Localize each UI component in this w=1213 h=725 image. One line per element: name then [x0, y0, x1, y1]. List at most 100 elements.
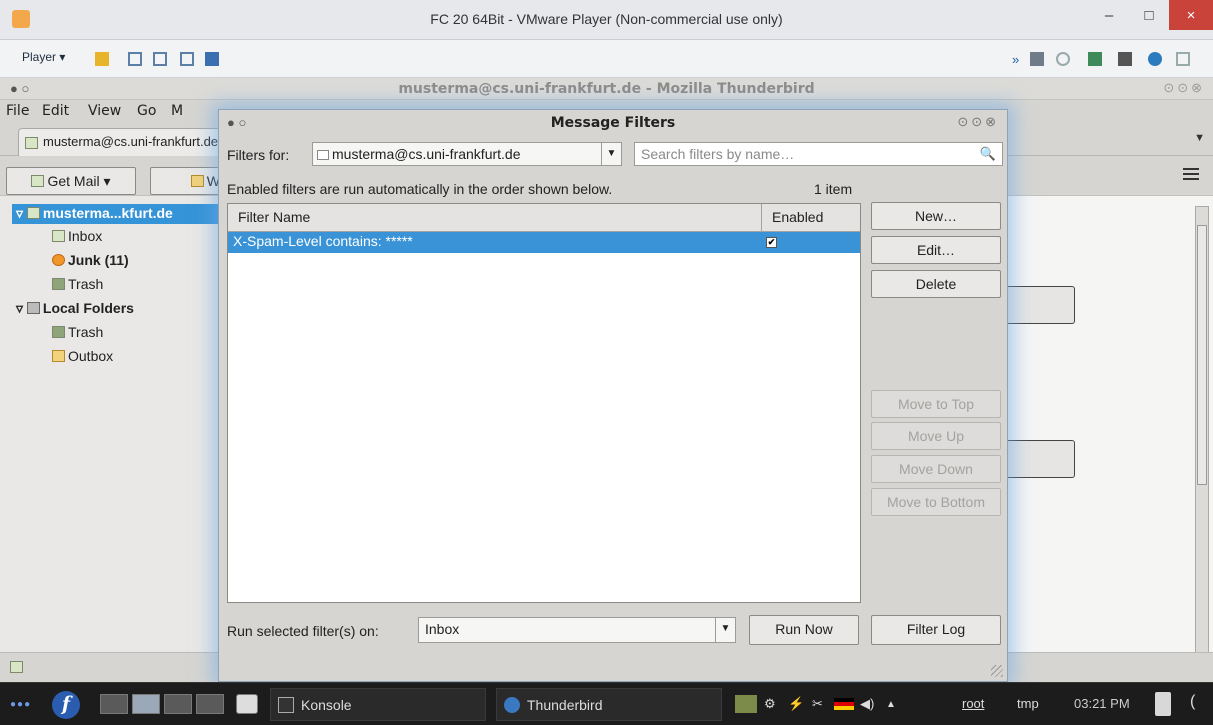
scrollbar-thumb[interactable] [1197, 225, 1207, 485]
filter-enabled-checkbox[interactable]: ✔ [766, 237, 777, 248]
filter-log-button[interactable]: Filter Log [871, 615, 1001, 645]
task-thunderbird[interactable]: Thunderbird [496, 688, 722, 721]
vertical-scrollbar[interactable] [1195, 206, 1209, 656]
run-on-select[interactable]: Inbox ▼ [418, 617, 736, 643]
app-menu-icon[interactable] [1183, 168, 1199, 183]
dialog-title: Message Filters [550, 115, 676, 131]
get-mail-button[interactable]: Get Mail ▾ [6, 167, 136, 195]
inbox-icon [52, 230, 65, 242]
local-folders-icon [26, 302, 40, 314]
new-filter-button[interactable]: New… [871, 202, 1001, 230]
folder-account[interactable]: ▿ musterma...kfurt.de [12, 204, 222, 224]
desktop-pager-4[interactable] [196, 694, 224, 714]
menu-go[interactable]: Go [137, 103, 156, 119]
chevron-down-icon: ▼ [601, 143, 621, 165]
tab-list-dropdown-icon[interactable]: ▼ [1194, 132, 1205, 144]
more-devices-icon[interactable]: » [1012, 52, 1026, 67]
write-icon [190, 175, 204, 187]
fullscreen-icon[interactable] [180, 52, 194, 66]
hdd-icon[interactable] [1030, 52, 1044, 66]
search-filters-field[interactable] [641, 146, 961, 162]
desktop-pager-2[interactable] [132, 694, 160, 714]
activities-icon[interactable]: ●●● [10, 699, 31, 710]
volume-icon[interactable]: ◀) [860, 696, 874, 712]
account-folder-icon [26, 207, 40, 219]
desktop-pager-1[interactable] [100, 694, 128, 714]
move-down-button[interactable]: Move Down [871, 455, 1001, 483]
folder-local-trash[interactable]: Trash [52, 324, 103, 340]
keyboard-layout-icon[interactable] [834, 698, 854, 710]
panel-toolbox-icon[interactable]: ( [1190, 693, 1195, 711]
minimize-button[interactable]: – [1089, 0, 1129, 30]
move-to-bottom-button[interactable]: Move to Bottom [871, 488, 1001, 516]
fedora-menu-icon[interactable]: f [52, 691, 80, 719]
mail-account-icon [317, 150, 329, 160]
konsole-icon [278, 697, 294, 713]
filter-list[interactable]: Filter Name Enabled X-Spam-Level contain… [227, 203, 861, 603]
system-monitor-icon[interactable] [735, 695, 757, 713]
clock[interactable]: 03:21 PM [1074, 696, 1130, 711]
network-icon[interactable] [153, 52, 167, 66]
clipboard-icon[interactable]: ✂ [812, 696, 823, 712]
dialog-window-controls[interactable]: ⊙⊙⊗ [957, 114, 999, 130]
menu-view[interactable]: View [88, 103, 121, 119]
send-keys-icon[interactable] [128, 52, 142, 66]
cd-icon[interactable] [1056, 52, 1070, 66]
move-to-top-button[interactable]: Move to Top [871, 390, 1001, 418]
settings-icon[interactable]: ⚙ [764, 696, 776, 712]
desktop-pager-3[interactable] [164, 694, 192, 714]
network-tray-icon[interactable]: ⚡ [788, 696, 804, 712]
maximize-button[interactable]: □ [1129, 0, 1169, 30]
column-filter-name[interactable]: Filter Name [228, 204, 762, 232]
thunderbird-icon [504, 697, 520, 713]
delete-filter-button[interactable]: Delete [871, 270, 1001, 298]
item-count: 1 item [814, 181, 853, 197]
sound-icon[interactable] [1148, 52, 1162, 66]
folder-junk[interactable]: Junk (11) [52, 252, 129, 268]
account-icon [25, 137, 38, 149]
get-mail-icon [31, 175, 45, 187]
player-menu-button[interactable]: Player ▾ [22, 50, 65, 64]
folder-trash[interactable]: Trash [52, 276, 103, 292]
task-konsole[interactable]: Konsole [270, 688, 486, 721]
unity-icon[interactable] [205, 52, 219, 66]
folder-local-folders[interactable]: ▿ Local Folders [16, 300, 134, 317]
move-up-button[interactable]: Move Up [871, 422, 1001, 450]
show-desktop-icon[interactable] [236, 694, 258, 714]
menu-edit[interactable]: Edit [42, 103, 69, 119]
run-now-button[interactable]: Run Now [749, 615, 859, 645]
resize-grip-icon[interactable] [991, 665, 1003, 677]
filter-row[interactable]: X-Spam-Level contains: ***** ✔ [228, 232, 860, 253]
vmware-toolbar: Player ▾ » [0, 40, 1213, 78]
network-adapter-icon[interactable] [1088, 52, 1102, 66]
printer-icon[interactable] [1118, 52, 1132, 66]
filters-for-label: Filters for: [227, 147, 290, 163]
folder-inbox[interactable]: Inbox [52, 228, 102, 244]
trash-icon [52, 326, 65, 338]
display-icon[interactable] [1176, 52, 1190, 66]
vmware-window-title: FC 20 64Bit - VMware Player (Non-commerc… [430, 11, 783, 27]
online-status-icon[interactable] [10, 661, 23, 673]
edit-filter-button[interactable]: Edit… [871, 236, 1001, 264]
tray-user[interactable]: root [962, 696, 984, 711]
filter-list-header: Filter Name Enabled [228, 204, 860, 232]
tab-account[interactable]: musterma@cs.uni-frankfurt.de [18, 128, 233, 156]
tray-dir[interactable]: tmp [1017, 696, 1039, 711]
pause-icon[interactable] [95, 52, 109, 66]
calculator-icon[interactable] [1155, 692, 1171, 716]
folder-outbox[interactable]: Outbox [52, 348, 113, 364]
account-central-box [1005, 440, 1075, 478]
filters-for-select[interactable]: musterma@cs.uni-frankfurt.de ▼ [312, 142, 622, 166]
junk-icon [52, 254, 65, 266]
account-central-pane [1005, 196, 1213, 656]
run-on-label: Run selected filter(s) on: [227, 623, 379, 639]
close-button[interactable]: × [1169, 0, 1213, 30]
window-controls[interactable]: ⊙⊙⊗ [1163, 80, 1205, 96]
tray-expand-icon[interactable]: ▲ [886, 699, 896, 710]
menu-file[interactable]: File [6, 103, 29, 119]
menu-message[interactable]: M [171, 103, 183, 119]
search-filters-input[interactable]: 🔍 [634, 142, 1003, 166]
chevron-down-icon: ▼ [715, 618, 735, 642]
column-enabled[interactable]: Enabled [762, 204, 860, 232]
dialog-titlebar: ● ○ Message Filters ⊙⊙⊗ [219, 110, 1007, 136]
